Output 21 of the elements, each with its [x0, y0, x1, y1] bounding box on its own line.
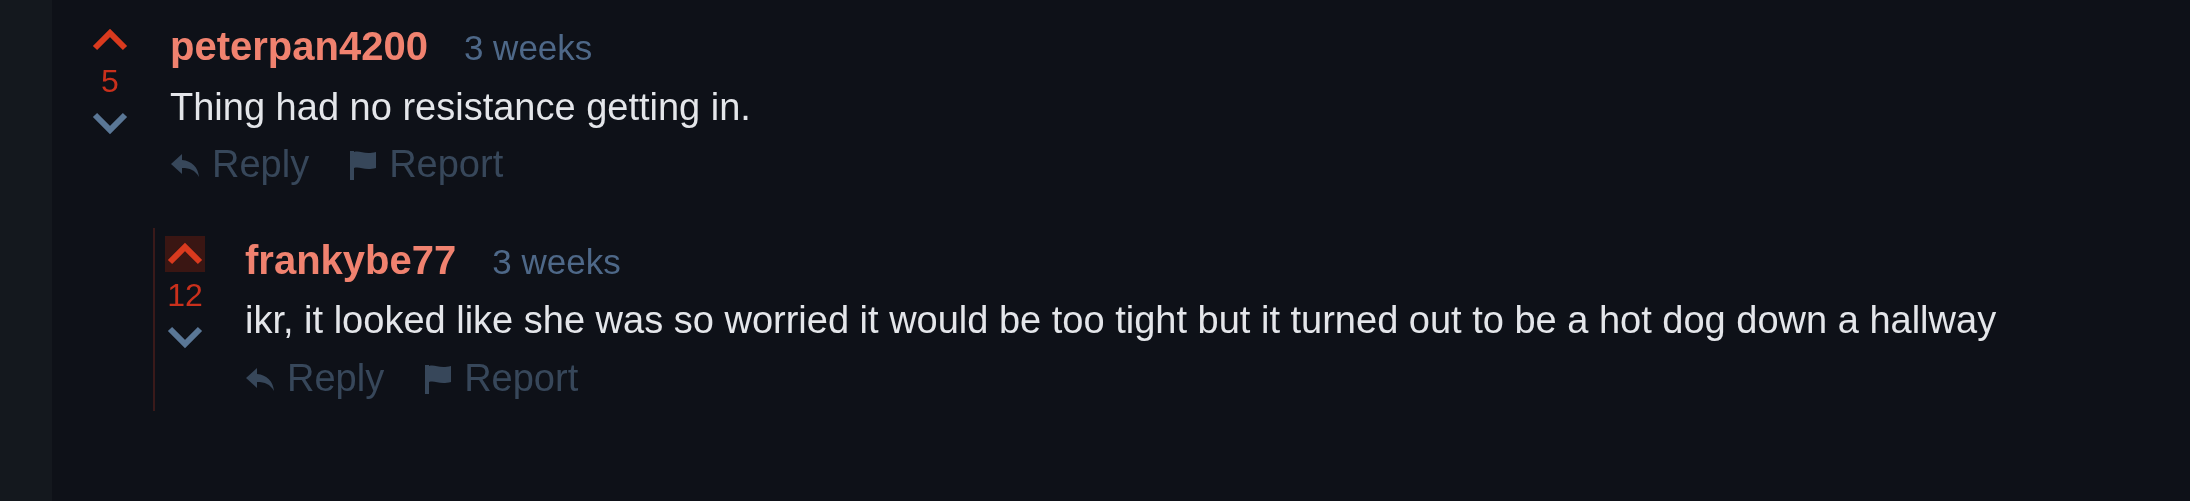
chevron-down-icon [91, 111, 129, 136]
vote-count: 5 [101, 64, 119, 100]
timestamp: 3 weeks [492, 240, 621, 283]
flag-icon [424, 363, 453, 394]
reply-arrow-icon [170, 151, 200, 178]
reply-button[interactable]: Reply [245, 355, 385, 402]
chevron-up-icon [91, 28, 129, 52]
username-link[interactable]: peterpan4200 [170, 22, 428, 70]
chevron-up-icon [166, 241, 204, 266]
vote-count: 12 [167, 277, 203, 313]
reply-arrow-icon [245, 365, 275, 392]
flag-icon [349, 149, 378, 180]
chevron-down-icon [166, 324, 204, 349]
report-button[interactable]: Report [349, 142, 504, 188]
comment-text: Thing had no resistance getting in. [170, 84, 752, 130]
comment-text: ikr, it looked like she was so worried it would be too tight but it turned out to be a hot dog down a hallway [245, 298, 1998, 344]
reply-button[interactable]: Reply [170, 142, 310, 188]
upvote-button[interactable] [165, 235, 205, 272]
report-button[interactable]: Report [424, 355, 579, 402]
username-link[interactable]: frankybe77 [245, 235, 457, 284]
timestamp: 3 weeks [463, 27, 593, 69]
